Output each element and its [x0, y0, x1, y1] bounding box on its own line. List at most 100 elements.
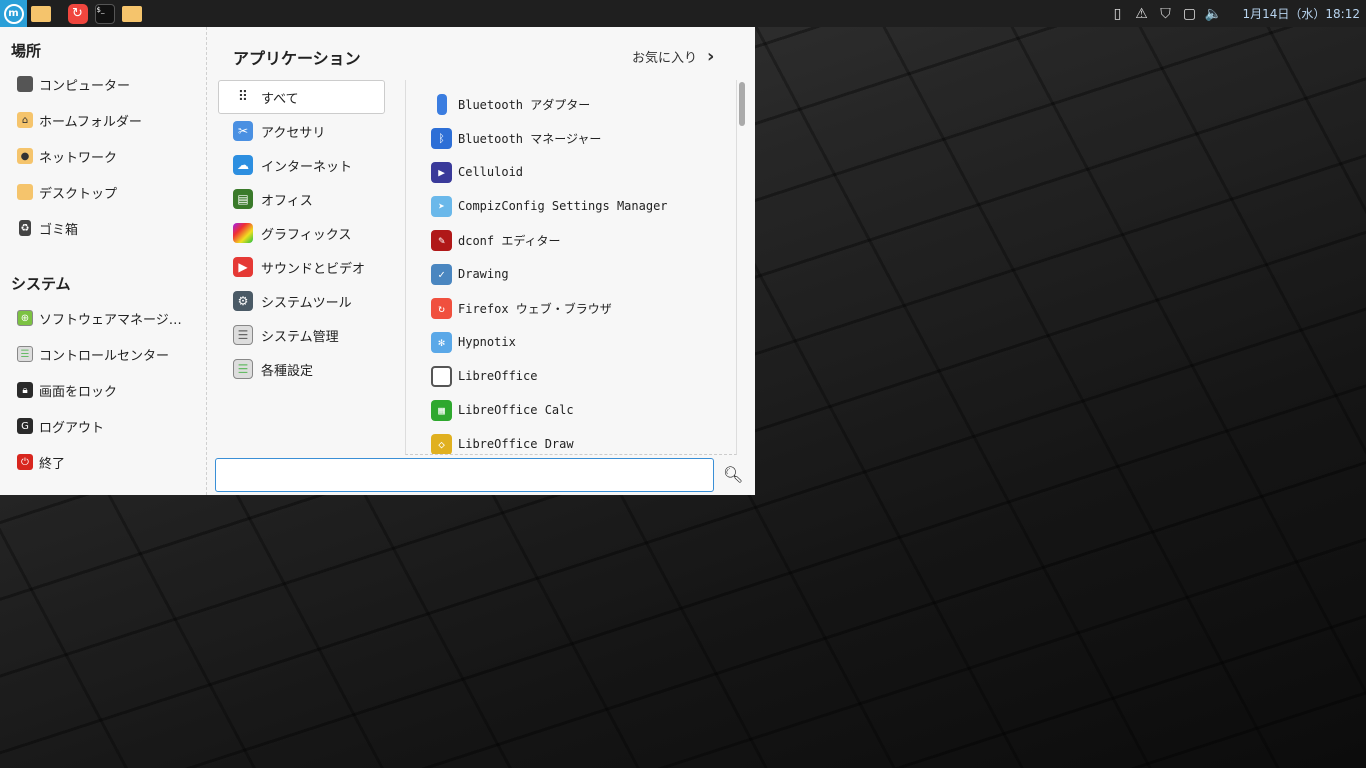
category-sound-video[interactable]: ▶ サウンドとビデオ [218, 250, 385, 284]
system-logout[interactable]: G ログアウト [17, 413, 104, 439]
shield-icon[interactable]: ⛉ [1157, 5, 1175, 23]
category-graphics[interactable]: グラフィックス [218, 216, 385, 250]
top-panel: m ↻ $_ ▯ ⚠ ⛉ ▢ 🔈 1月14日（水）18:12 [0, 0, 1366, 27]
app-dconf-editor[interactable]: ✎ dconf エディター [406, 223, 736, 257]
clock[interactable]: 1月14日（水）18:12 [1243, 5, 1361, 22]
computer-icon [17, 76, 33, 92]
category-label: システム管理 [261, 329, 339, 345]
gear-icon: ⚙ [233, 291, 253, 311]
libreoffice-icon [431, 365, 452, 387]
bluetooth-adapter-icon [437, 93, 447, 115]
settings-toggle-icon: ☰ [233, 359, 253, 379]
trash-icon: ♻ [19, 220, 31, 236]
desktop-folder-icon [17, 184, 33, 200]
software-manager-icon: ⊕ [17, 310, 33, 326]
update-icon[interactable]: ⚠ [1133, 5, 1151, 23]
category-administration[interactable]: ☰ システム管理 [218, 318, 385, 352]
launcher-folder[interactable] [118, 0, 145, 27]
app-label: Drawing [458, 267, 509, 281]
graphics-icon [233, 223, 253, 243]
cloud-icon: ☁ [233, 155, 253, 175]
app-label: LibreOffice Draw [458, 437, 574, 451]
category-label: インターネット [261, 159, 353, 175]
network-icon[interactable]: ▢ [1181, 5, 1199, 23]
play-icon: ▶ [233, 257, 253, 277]
app-hypnotix[interactable]: ✻ Hypnotix [406, 325, 736, 359]
category-internet[interactable]: ☁ インターネット [218, 148, 385, 182]
hypnotix-icon: ✻ [431, 331, 452, 353]
place-desktop[interactable]: デスクトップ [17, 179, 117, 205]
menu-button[interactable]: m [0, 0, 27, 27]
app-label: Hypnotix [458, 335, 516, 349]
category-label: すべて [261, 91, 299, 107]
category-office[interactable]: ▤ オフィス [218, 182, 385, 216]
category-accessories[interactable]: ✂ アクセサリ [218, 114, 385, 148]
launcher-firefox[interactable]: ↻ [64, 0, 91, 27]
favorites-label: お気に入り [632, 51, 698, 66]
app-libreoffice[interactable]: LibreOffice [406, 359, 736, 393]
dconf-icon: ✎ [431, 229, 452, 251]
lock-icon: 🔒︎ [17, 382, 33, 398]
category-preferences[interactable]: ☰ 各種設定 [218, 352, 385, 386]
system-software-manager[interactable]: ⊕ ソフトウェアマネージ… [17, 305, 182, 331]
place-label: ホームフォルダー [39, 114, 142, 130]
folder-icon [30, 5, 51, 22]
system-control-center[interactable]: ☰ コントロールセンター [17, 341, 169, 367]
app-label: LibreOffice [458, 369, 538, 383]
terminal-icon: $_ [94, 3, 115, 24]
firefox-icon: ↻ [431, 297, 452, 319]
app-drawing[interactable]: ✓ Drawing [406, 257, 736, 291]
app-celluloid[interactable]: ▶ Celluloid [406, 155, 736, 189]
app-list-scrollbar[interactable] [739, 82, 745, 126]
bluetooth-icon: ᛒ [431, 127, 452, 149]
app-libreoffice-draw[interactable]: ◇ LibreOffice Draw [406, 427, 736, 454]
category-all[interactable]: ⠿ すべて [218, 80, 385, 114]
search-input[interactable] [215, 458, 714, 492]
volume-icon[interactable]: 🔈 [1205, 5, 1223, 23]
office-icon: ▤ [233, 189, 253, 209]
search-icon[interactable]: 🔍︎ [723, 465, 743, 485]
app-label: Celluloid [458, 165, 524, 179]
power-icon: ⏻ [17, 454, 33, 470]
scissors-icon: ✂ [233, 121, 253, 141]
calc-icon: ▦ [431, 399, 452, 421]
control-center-icon: ☰ [17, 346, 33, 362]
system-shutdown[interactable]: ⏻ 終了 [17, 449, 65, 475]
drawing-icon: ✓ [431, 263, 452, 285]
category-system-tools[interactable]: ⚙ システムツール [218, 284, 385, 318]
place-label: デスクトップ [39, 186, 118, 202]
system-heading: システム [11, 275, 71, 293]
category-list: ⠿ すべて ✂ アクセサリ ☁ インターネット ▤ オフィス グラフィックス ▶ サウンド… [218, 80, 385, 386]
app-label: LibreOffice Calc [458, 403, 574, 417]
firefox-icon: ↻ [67, 3, 88, 24]
chevron-right-icon: › [707, 46, 715, 67]
category-label: サウンドとビデオ [261, 261, 366, 277]
category-label: グラフィックス [261, 227, 352, 243]
app-label: CompizConfig Settings Manager [458, 199, 668, 213]
place-network[interactable]: ● ネットワーク [17, 143, 117, 169]
system-label: ログアウト [39, 420, 105, 436]
launcher-files[interactable] [27, 0, 54, 27]
app-bluetooth-manager[interactable]: ᛒ Bluetooth マネージャー [406, 121, 736, 155]
category-label: アクセサリ [261, 125, 326, 141]
battery-icon[interactable]: ▯ [1109, 5, 1127, 23]
draw-icon: ◇ [431, 433, 452, 454]
favorites-button[interactable]: お気に入り › [632, 46, 714, 67]
app-compizconfig[interactable]: ➤ CompizConfig Settings Manager [406, 189, 736, 223]
launcher-terminal[interactable]: $_ [91, 0, 118, 27]
mint-logo-icon: m [3, 3, 24, 24]
home-folder-icon: ⌂ [17, 112, 33, 128]
place-computer[interactable]: コンピューター [17, 71, 130, 97]
system-label: 画面をロック [39, 384, 118, 400]
app-label: Bluetooth マネージャー [458, 131, 602, 146]
app-label: dconf エディター [458, 233, 561, 248]
app-bluetooth-adapter[interactable]: Bluetooth アダプター [406, 87, 736, 121]
app-firefox[interactable]: ↻ Firefox ウェブ・ブラウザ [406, 291, 736, 325]
grid-icon: ⠿ [237, 89, 249, 105]
app-libreoffice-calc[interactable]: ▦ LibreOffice Calc [406, 393, 736, 427]
system-lock-screen[interactable]: 🔒︎ 画面をロック [17, 377, 117, 403]
place-home[interactable]: ⌂ ホームフォルダー [17, 107, 142, 133]
place-trash[interactable]: ♻ ゴミ箱 [17, 215, 78, 241]
category-label: オフィス [261, 193, 313, 209]
system-label: 終了 [39, 456, 66, 472]
